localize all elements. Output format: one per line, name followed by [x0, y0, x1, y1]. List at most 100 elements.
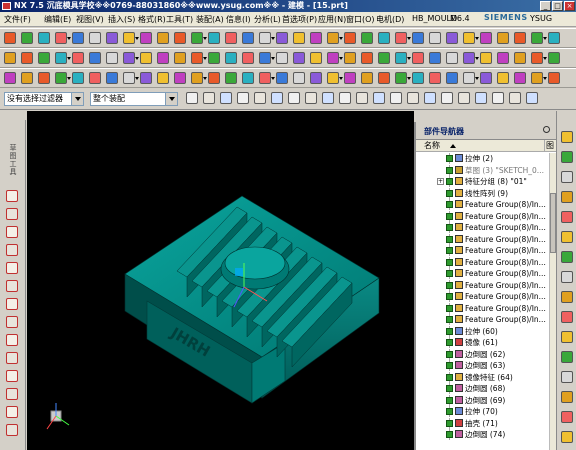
toolbar-button-icon[interactable] [276, 32, 288, 44]
graphics-window[interactable]: JHRH [27, 111, 414, 450]
tree-row[interactable]: Feature Group(8)/In... [416, 291, 548, 302]
toolbar-button-icon[interactable] [21, 32, 33, 44]
resource-bar-icon[interactable] [561, 431, 573, 443]
toolbar-button-icon[interactable] [38, 32, 50, 44]
toolbar-button-icon[interactable] [157, 32, 169, 44]
tree-row[interactable]: 镜像 (61) [416, 337, 548, 348]
tree-row[interactable]: 边倒圆 (74) [416, 429, 548, 440]
pin-icon[interactable] [543, 126, 550, 133]
toolbar-button-icon[interactable] [344, 32, 356, 44]
snap-point-icon[interactable] [203, 92, 215, 104]
resource-bar-icon[interactable] [561, 351, 573, 363]
tree-row[interactable]: Feature Group(8)/In... [416, 245, 548, 256]
toolbar-button-icon[interactable] [157, 52, 169, 64]
toolbar-button-icon[interactable] [293, 32, 305, 44]
tree-row[interactable]: Feature Group(8)/In... [416, 199, 548, 210]
toolbar-button-icon[interactable] [327, 72, 343, 84]
tree-row[interactable]: 边倒圆 (68) [416, 383, 548, 394]
tree-row[interactable]: Feature Group(8)/In... [416, 222, 548, 233]
toolbar-button-icon[interactable] [208, 32, 220, 44]
toolbar-button-icon[interactable] [21, 72, 33, 84]
toolbar-button-icon[interactable] [242, 72, 254, 84]
sketch-curve-icon[interactable] [6, 262, 18, 274]
toolbar-button-icon[interactable] [531, 52, 547, 64]
toolbar-button-icon[interactable] [395, 52, 411, 64]
model-view[interactable]: JHRH [27, 111, 414, 450]
toolbar-button-icon[interactable] [497, 32, 509, 44]
tree-row[interactable]: 拉伸 (70) [416, 406, 548, 417]
toolbar-button-icon[interactable] [55, 52, 71, 64]
menu-assembly[interactable]: 装配(A) [196, 14, 224, 25]
toolbar-button-icon[interactable] [242, 32, 254, 44]
tree-row[interactable]: Feature Group(8)/In... [416, 268, 548, 279]
snap-point-icon[interactable] [373, 92, 385, 104]
toolbar-button-icon[interactable] [480, 72, 492, 84]
toolbar-button-icon[interactable] [225, 72, 237, 84]
snap-point-icon[interactable] [271, 92, 283, 104]
toolbar-button-icon[interactable] [361, 52, 373, 64]
toolbar-button-icon[interactable] [412, 72, 424, 84]
snap-point-icon[interactable] [237, 92, 249, 104]
snap-point-icon[interactable] [288, 92, 300, 104]
snap-point-icon[interactable] [390, 92, 402, 104]
sketch-curve-icon[interactable] [6, 388, 18, 400]
toolbar-button-icon[interactable] [395, 32, 411, 44]
tree-row[interactable]: Feature Group(8)/In... [416, 256, 548, 268]
tree-row[interactable]: 抽壳 (71) [416, 417, 548, 429]
toolbar-button-icon[interactable] [429, 32, 441, 44]
snap-point-icon[interactable] [220, 92, 232, 104]
toolbar-button-icon[interactable] [174, 52, 186, 64]
toolbar-button-icon[interactable] [412, 52, 424, 64]
sketch-curve-icon[interactable] [6, 190, 18, 202]
toolbar-button-icon[interactable] [531, 32, 547, 44]
visibility-checkbox[interactable] [446, 270, 453, 277]
visibility-checkbox[interactable] [446, 385, 453, 392]
toolbar-button-icon[interactable] [89, 32, 101, 44]
resource-bar-icon[interactable] [561, 131, 573, 143]
toolbar-button-icon[interactable] [225, 52, 237, 64]
expand-icon[interactable]: + [437, 178, 444, 185]
toolbar-button-icon[interactable] [548, 52, 560, 64]
toolbar-button-icon[interactable] [429, 72, 441, 84]
selection-scope-dropdown[interactable]: 整个装配 [90, 92, 178, 106]
toolbar-button-icon[interactable] [446, 32, 458, 44]
toolbar-button-icon[interactable] [548, 72, 560, 84]
tree-row[interactable]: 镜像特征 (64) [416, 371, 548, 383]
toolbar-button-icon[interactable] [463, 52, 479, 64]
tree-row[interactable]: Feature Group(8)/In... [416, 279, 548, 291]
visibility-checkbox[interactable] [446, 419, 453, 427]
resource-bar-icon[interactable] [561, 391, 573, 403]
visibility-checkbox[interactable] [446, 189, 453, 197]
toolbar-button-icon[interactable] [480, 52, 492, 64]
resource-bar-icon[interactable] [561, 311, 573, 323]
menu-preferences[interactable]: 首选项(P) [282, 14, 317, 25]
tree-row[interactable]: 边倒圆 (63) [416, 360, 548, 371]
toolbar-button-icon[interactable] [446, 52, 458, 64]
toolbar-button-icon[interactable] [344, 52, 356, 64]
toolbar-button-icon[interactable] [106, 72, 118, 84]
snap-point-icon[interactable] [475, 92, 487, 104]
toolbar-button-icon[interactable] [259, 32, 275, 44]
toolbar-button-icon[interactable] [140, 32, 152, 44]
toolbar-button-icon[interactable] [55, 72, 71, 84]
resource-bar-icon[interactable] [561, 291, 573, 303]
menu-tools[interactable]: 工具(T) [166, 14, 193, 25]
snap-point-icon[interactable] [441, 92, 453, 104]
toolbar-button-icon[interactable] [276, 52, 288, 64]
visibility-checkbox[interactable] [446, 431, 453, 438]
toolbar-button-icon[interactable] [463, 32, 479, 44]
type-filter-dropdown[interactable]: 没有选择过滤器 [4, 92, 84, 106]
toolbar-button-icon[interactable] [191, 52, 207, 64]
tree-row[interactable]: Feature Group(8)/In... [416, 233, 548, 245]
sketch-curve-icon[interactable] [6, 226, 18, 238]
sketch-curve-icon[interactable] [6, 424, 18, 436]
toolbar-button-icon[interactable] [21, 52, 33, 64]
toolbar-button-icon[interactable] [412, 32, 424, 44]
resource-bar-icon[interactable] [561, 411, 573, 423]
snap-point-icon[interactable] [339, 92, 351, 104]
tree-row[interactable]: Feature Group(8)/In... [416, 210, 548, 222]
sketch-curve-icon[interactable] [6, 280, 18, 292]
sketch-curve-icon[interactable] [6, 334, 18, 346]
visibility-checkbox[interactable] [446, 178, 453, 185]
minimize-button[interactable]: _ [540, 1, 551, 11]
